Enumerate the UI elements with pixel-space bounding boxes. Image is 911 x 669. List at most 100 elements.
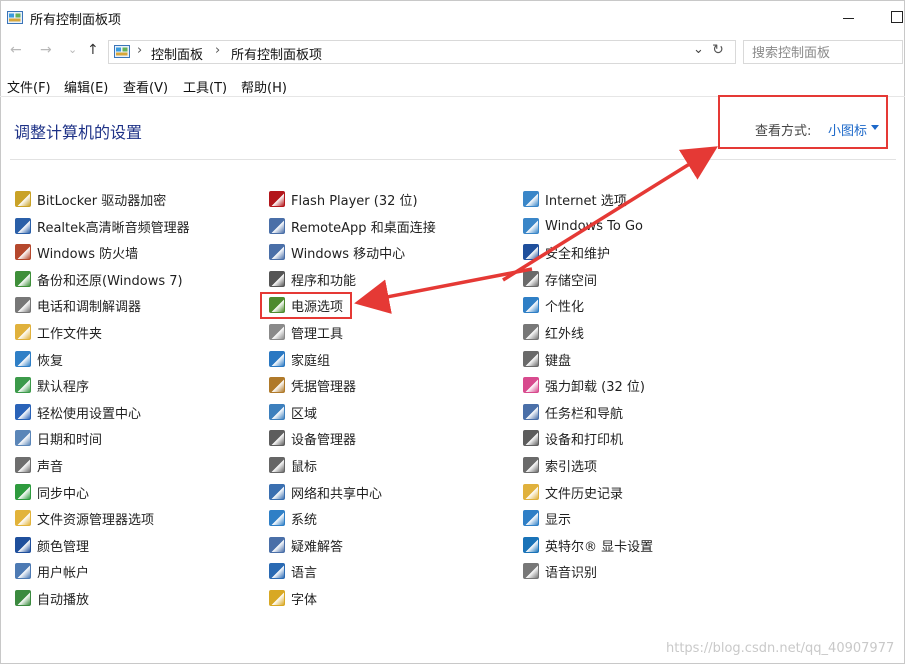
control-panel-item[interactable]: 同步中心 [15, 482, 89, 502]
control-panel-item[interactable]: 凭据管理器 [269, 375, 356, 395]
control-panel-item[interactable]: 区域 [269, 402, 317, 422]
item-label: 程序和功能 [291, 273, 357, 289]
realtek-audio-icon [15, 218, 31, 234]
chevron-down-icon[interactable] [871, 125, 879, 130]
display-icon [523, 510, 539, 526]
menu-view[interactable]: 查看(V) [123, 77, 168, 96]
control-panel-item[interactable]: 备份和还原(Windows 7) [15, 269, 183, 289]
item-label: 鼠标 [291, 459, 318, 475]
title-bar: 所有控制面板项 [0, 0, 905, 34]
recent-locations-icon[interactable]: ⌄ [68, 43, 77, 56]
control-panel-item[interactable]: Windows 移动中心 [269, 242, 405, 262]
item-label: 文件历史记录 [545, 486, 624, 502]
control-panel-item[interactable]: 用户帐户 [15, 561, 89, 581]
uninstaller-icon [523, 377, 539, 393]
search-input[interactable] [750, 42, 904, 64]
control-panel-item[interactable]: 安全和维护 [523, 242, 610, 262]
item-label: 自动播放 [37, 592, 90, 608]
search-box[interactable] [743, 40, 904, 64]
control-panel-item[interactable]: 字体 [269, 588, 317, 608]
item-label: 安全和维护 [545, 246, 611, 262]
control-panel-item[interactable]: 轻松使用设置中心 [15, 402, 141, 422]
view-by-dropdown[interactable]: 小图标 [828, 120, 867, 139]
control-panel-item[interactable]: Windows 防火墙 [15, 242, 138, 262]
up-arrow-icon[interactable]: ↑ [87, 42, 99, 58]
item-label: 设备和打印机 [545, 432, 624, 448]
control-panel-item[interactable]: 个性化 [523, 295, 584, 315]
control-panel-item[interactable]: 英特尔® 显卡设置 [523, 535, 653, 555]
item-label: 键盘 [545, 353, 572, 369]
control-panel-item[interactable]: 颜色管理 [15, 535, 89, 555]
control-panel-item[interactable]: 红外线 [523, 322, 584, 342]
control-panel-item[interactable]: 默认程序 [15, 375, 89, 395]
control-panel-item[interactable]: 文件资源管理器选项 [15, 508, 154, 528]
control-panel-item[interactable]: 程序和功能 [269, 269, 356, 289]
control-panel-item[interactable]: Internet 选项 [523, 189, 627, 209]
control-panel-item[interactable]: 文件历史记录 [523, 482, 623, 502]
item-label: 语音识别 [545, 565, 598, 581]
control-panel-item[interactable]: 强力卸载 (32 位) [523, 375, 645, 395]
breadcrumb-separator[interactable]: › [215, 43, 220, 58]
menu-file[interactable]: 文件(F) [7, 77, 51, 96]
item-label: 任务栏和导航 [545, 406, 624, 422]
intel-graphics-icon [523, 537, 539, 553]
control-panel-item[interactable]: 设备管理器 [269, 428, 356, 448]
minimize-button[interactable] [843, 9, 857, 23]
menu-edit[interactable]: 编辑(E) [64, 77, 108, 96]
control-panel-item[interactable]: RemoteApp 和桌面连接 [269, 216, 436, 236]
breadcrumb-separator[interactable]: › [137, 43, 142, 58]
header-divider [10, 159, 896, 160]
control-panel-item[interactable]: BitLocker 驱动器加密 [15, 189, 166, 209]
keyboard-icon [523, 351, 539, 367]
control-panel-item[interactable]: Windows To Go [523, 216, 643, 236]
control-panel-item[interactable]: 自动播放 [15, 588, 89, 608]
remoteapp-icon [269, 218, 285, 234]
control-panel-item[interactable]: 索引选项 [523, 455, 597, 475]
item-label: 日期和时间 [37, 432, 103, 448]
language-icon [269, 563, 285, 579]
menu-help[interactable]: 帮助(H) [241, 77, 287, 96]
item-label: 用户帐户 [37, 565, 90, 581]
chevron-down-icon[interactable]: ⌄ [693, 42, 704, 57]
item-label: 疑难解答 [291, 539, 344, 555]
control-panel-item[interactable]: 网络和共享中心 [269, 482, 382, 502]
control-panel-item[interactable]: 设备和打印机 [523, 428, 623, 448]
forward-arrow-icon[interactable]: → [40, 42, 52, 58]
system-icon [269, 510, 285, 526]
item-label: 轻松使用设置中心 [37, 406, 142, 422]
control-panel-item[interactable]: 存储空间 [523, 269, 597, 289]
control-panel-item[interactable]: 语音识别 [523, 561, 597, 581]
item-label: 家庭组 [291, 353, 331, 369]
control-panel-item[interactable]: 工作文件夹 [15, 322, 102, 342]
control-panel-item[interactable]: 鼠标 [269, 455, 317, 475]
refresh-icon[interactable]: ↻ [705, 42, 731, 62]
control-panel-item[interactable]: 语言 [269, 561, 317, 581]
indexing-options-icon [523, 457, 539, 473]
menu-tools[interactable]: 工具(T) [183, 77, 227, 96]
firewall-icon [15, 244, 31, 260]
control-panel-item[interactable]: 家庭组 [269, 349, 330, 369]
window-title: 所有控制面板项 [30, 13, 122, 28]
control-panel-item[interactable]: Flash Player (32 位) [269, 189, 418, 209]
homegroup-icon [269, 351, 285, 367]
control-panel-item[interactable]: 键盘 [523, 349, 571, 369]
item-label: 恢复 [37, 353, 64, 369]
control-panel-item[interactable]: 任务栏和导航 [523, 402, 623, 422]
control-panel-item[interactable]: 显示 [523, 508, 571, 528]
control-panel-item[interactable]: 日期和时间 [15, 428, 102, 448]
control-panel-item[interactable]: 电话和调制解调器 [15, 295, 141, 315]
control-panel-item[interactable]: 管理工具 [269, 322, 343, 342]
address-bar[interactable]: › 控制面板 › 所有控制面板项 ⌄ [108, 40, 736, 64]
control-panel-item[interactable]: 声音 [15, 455, 63, 475]
item-label: Windows 移动中心 [291, 246, 406, 262]
breadcrumb-all-items[interactable]: 所有控制面板项 [231, 44, 322, 63]
maximize-button[interactable] [891, 11, 903, 23]
item-label: 红外线 [545, 326, 585, 342]
item-label: Internet 选项 [545, 193, 627, 209]
control-panel-item[interactable]: Realtek高清晰音频管理器 [15, 216, 190, 236]
control-panel-item[interactable]: 恢复 [15, 349, 63, 369]
back-arrow-icon[interactable]: ← [10, 42, 22, 58]
control-panel-item[interactable]: 疑难解答 [269, 535, 343, 555]
control-panel-item[interactable]: 系统 [269, 508, 317, 528]
breadcrumb-control-panel[interactable]: 控制面板 [151, 44, 203, 63]
